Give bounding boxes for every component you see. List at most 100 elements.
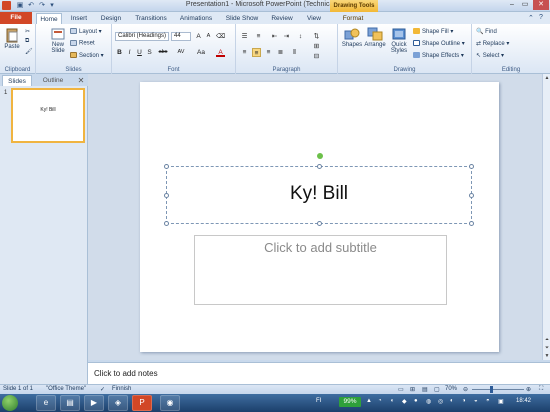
justify-icon[interactable]: ≣ [276,48,285,57]
rotate-handle[interactable] [317,153,323,159]
zoom-in-icon[interactable]: ⊕ [526,386,531,393]
tab-slide-show[interactable]: Slide Show [222,13,262,24]
tab-outline[interactable]: Outline [38,75,68,86]
reading-view-icon[interactable]: ▤ [422,386,428,393]
tray-icon[interactable]: ● [414,398,418,404]
shadow-button[interactable]: S [145,48,154,57]
fit-to-window-icon[interactable]: ⛶ [539,386,543,393]
notes-pane[interactable]: Click to add notes [88,362,550,384]
ribbon-collapse-icon[interactable]: ⌃ [528,14,534,22]
network-icon[interactable]: ◔ [378,398,382,404]
smartart-icon[interactable]: ⊟ [312,52,321,61]
tray-icon[interactable]: ▣ [498,398,504,405]
tray-icon[interactable]: ◍ [426,398,431,405]
tray-icon[interactable]: ◎ [438,398,443,405]
vertical-scrollbar[interactable]: ▲ ⏶ ⏷ ▼ [542,74,550,360]
slide-canvas[interactable]: Ky! Bill Click to add subtitle [140,82,499,352]
app-icon[interactable]: ◉ [160,395,180,411]
tab-file[interactable]: File [0,12,32,24]
ie-icon[interactable]: e [36,395,56,411]
scroll-down-icon[interactable]: ▼ [543,352,550,360]
font-name-combo[interactable]: Calibri (Headings) [115,32,169,41]
volume-icon[interactable]: ◖ [390,398,394,404]
char-spacing-button[interactable]: AV [174,48,188,57]
powerpoint-taskbar-icon[interactable]: P [132,395,152,411]
zoom-slider[interactable] [472,389,524,390]
italic-button[interactable]: I [125,48,134,57]
replace-button[interactable]: ⇄ Replace ▾ [476,40,509,47]
select-button[interactable]: ↖ Select ▾ [476,52,504,59]
shape-effects-button[interactable]: Shape Effects ▾ [413,52,464,59]
font-size-combo[interactable]: 44 [171,32,191,41]
quick-styles-button[interactable]: Quick Styles [388,27,410,54]
strikethrough-button[interactable]: abc [156,48,170,57]
title-placeholder[interactable]: Ky! Bill [164,153,474,226]
tab-home[interactable]: Home [36,13,62,24]
next-slide-icon[interactable]: ⏷ [543,344,550,352]
tray-icon[interactable]: ◓ [486,398,490,404]
shapes-button[interactable]: Shapes [341,27,363,48]
resize-handle[interactable] [469,221,474,226]
slideshow-icon[interactable]: ▢ [434,386,440,393]
slide-title-text[interactable]: Ky! Bill [167,183,471,205]
battery-indicator[interactable]: 99% [339,397,361,407]
slide-sorter-icon[interactable]: ⊞ [410,386,415,393]
reset-button[interactable]: Reset [70,40,95,47]
increase-indent-icon[interactable]: ⇥ [282,32,291,41]
grow-font-icon[interactable]: A [194,32,203,41]
tray-icon[interactable]: ◐ [450,398,454,404]
tray-icon[interactable]: ▲ [366,398,372,404]
explorer-icon[interactable]: ▤ [60,395,80,411]
clear-format-icon[interactable]: ⌫ [216,32,225,41]
tab-format[interactable]: Format [336,13,370,24]
scroll-up-icon[interactable]: ▲ [543,74,550,82]
numbering-icon[interactable]: ≡ [254,32,263,41]
spellcheck-icon[interactable]: ✓ [100,386,105,393]
paste-button[interactable]: Paste [2,27,22,50]
normal-view-icon[interactable]: ▭ [398,386,404,393]
bold-button[interactable]: B [115,48,124,57]
start-button[interactable] [2,395,18,411]
text-direction-icon[interactable]: ⇅ [312,32,321,41]
font-color-button[interactable]: A [216,48,225,57]
subtitle-placeholder[interactable]: Click to add subtitle [194,235,447,305]
tab-slides[interactable]: Slides [2,75,32,86]
resize-handle[interactable] [164,164,169,169]
tab-review[interactable]: Review [268,13,296,24]
tray-icon[interactable]: ◒ [474,398,478,404]
find-button[interactable]: 🔍 Find [476,28,497,35]
align-left-icon[interactable]: ≡ [240,48,249,57]
tab-transitions[interactable]: Transitions [130,13,172,24]
help-icon[interactable]: ? [539,14,543,21]
line-spacing-icon[interactable]: ↕ [296,32,305,41]
zoom-out-icon[interactable]: ⊖ [463,386,468,393]
decrease-indent-icon[interactable]: ⇤ [270,32,279,41]
resize-handle[interactable] [469,164,474,169]
cut-icon[interactable]: ✂ [25,28,30,35]
align-right-icon[interactable]: ≡ [264,48,273,57]
zoom-slider-thumb[interactable] [490,386,493,393]
shape-outline-button[interactable]: Shape Outline ▾ [413,40,465,47]
resize-handle[interactable] [164,221,169,226]
underline-button[interactable]: U [135,48,144,57]
language[interactable]: Finnish [112,386,131,392]
copy-icon[interactable]: ⧉ [25,38,29,45]
app-icon[interactable]: ◈ [108,395,128,411]
slide-thumbnail[interactable]: Ky! Bill [11,88,85,143]
align-text-icon[interactable]: ⊞ [312,42,321,51]
previous-slide-icon[interactable]: ⏶ [543,336,550,344]
pane-close-icon[interactable]: ✕ [76,75,86,86]
layout-button[interactable]: Layout ▾ [70,28,102,35]
section-button[interactable]: Section ▾ [70,52,104,59]
new-slide-button[interactable]: New Slide [48,27,68,54]
columns-icon[interactable]: ⫴ [290,48,299,57]
resize-handle[interactable] [317,221,322,226]
align-center-icon[interactable]: ≡ [252,48,261,57]
resize-handle[interactable] [317,164,322,169]
media-player-icon[interactable]: ▶ [84,395,104,411]
zoom-level[interactable]: 70% [445,386,457,392]
arrange-button[interactable]: Arrange [363,27,387,48]
tab-design[interactable]: Design [96,13,126,24]
language-indicator[interactable]: FI [316,398,321,404]
tray-icon[interactable]: ◑ [462,398,466,404]
